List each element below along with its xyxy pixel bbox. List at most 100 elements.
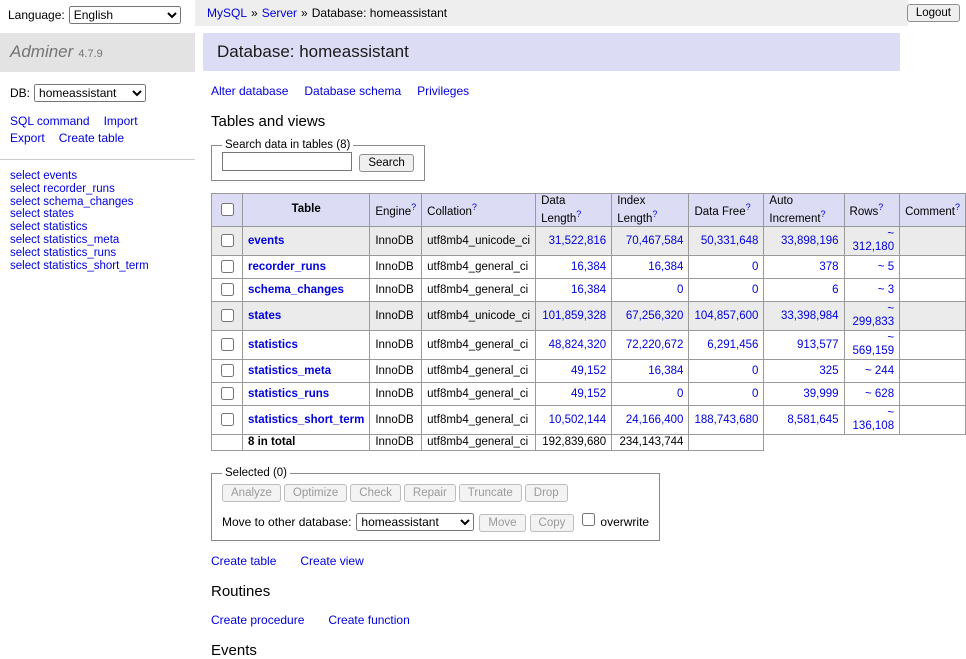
- row-checkbox[interactable]: [221, 338, 234, 351]
- create-function-link[interactable]: Create function: [328, 613, 409, 627]
- search-button[interactable]: Search: [359, 154, 413, 172]
- index-length-link[interactable]: 70,467,584: [626, 235, 684, 247]
- search-input[interactable]: [222, 152, 352, 171]
- column-help-link[interactable]: ?: [746, 202, 751, 212]
- move-db-select[interactable]: homeassistant: [356, 513, 474, 531]
- create-view-link[interactable]: Create view: [300, 554, 363, 568]
- table-name-link[interactable]: statistics_meta: [248, 365, 331, 377]
- data-length-link[interactable]: 31,522,816: [549, 235, 607, 247]
- logout-button[interactable]: Logout: [907, 4, 960, 22]
- data-length-link[interactable]: 16,384: [571, 284, 606, 296]
- create-table-link[interactable]: Create table: [59, 131, 124, 145]
- table-name-link[interactable]: statistics_runs: [248, 388, 329, 400]
- create-table-link-main[interactable]: Create table: [211, 554, 276, 568]
- data-free-link[interactable]: 188,743,680: [694, 414, 758, 426]
- index-length-link[interactable]: 16,384: [648, 365, 683, 377]
- column-help-link[interactable]: ?: [411, 202, 416, 212]
- data-length-link[interactable]: 48,824,320: [549, 339, 607, 351]
- table-name-link[interactable]: recorder_runs: [248, 261, 326, 273]
- index-length-link[interactable]: 0: [677, 388, 683, 400]
- sidebar-table-link[interactable]: select events: [10, 170, 185, 183]
- rows-count-link[interactable]: ~ 569,159: [853, 332, 895, 357]
- column-help-link[interactable]: ?: [652, 209, 657, 219]
- row-checkbox[interactable]: [221, 260, 234, 273]
- privileges-link[interactable]: Privileges: [417, 84, 469, 98]
- data-free-link[interactable]: 104,857,600: [694, 310, 758, 322]
- index-length-link[interactable]: 24,166,400: [626, 414, 684, 426]
- data-free-link[interactable]: 50,331,648: [701, 235, 759, 247]
- auto-increment-link[interactable]: 33,898,196: [781, 235, 839, 247]
- row-checkbox[interactable]: [221, 283, 234, 296]
- alter-database-link[interactable]: Alter database: [211, 84, 288, 98]
- row-checkbox[interactable]: [221, 387, 234, 400]
- repair-button[interactable]: Repair: [404, 484, 456, 502]
- auto-increment-link[interactable]: 6: [832, 284, 838, 296]
- data-free-link[interactable]: 0: [752, 388, 758, 400]
- data-length-link[interactable]: 16,384: [571, 261, 606, 273]
- column-help-link[interactable]: ?: [821, 209, 826, 219]
- auto-increment-link[interactable]: 33,398,984: [781, 310, 839, 322]
- check-button[interactable]: Check: [350, 484, 401, 502]
- auto-increment-link[interactable]: 378: [819, 261, 838, 273]
- move-button[interactable]: Move: [479, 514, 525, 532]
- column-help-link[interactable]: ?: [955, 202, 960, 212]
- database-schema-link[interactable]: Database schema: [304, 84, 401, 98]
- breadcrumb-server-link[interactable]: Server: [262, 6, 297, 20]
- breadcrumb-mysql-link[interactable]: MySQL: [207, 6, 247, 20]
- analyze-button[interactable]: Analyze: [222, 484, 281, 502]
- index-length-link[interactable]: 0: [677, 284, 683, 296]
- auto-increment-link[interactable]: 8,581,645: [787, 414, 838, 426]
- table-name-link[interactable]: states: [248, 310, 281, 322]
- row-checkbox[interactable]: [221, 234, 234, 247]
- auto-increment-link[interactable]: 913,577: [797, 339, 839, 351]
- truncate-button[interactable]: Truncate: [459, 484, 522, 502]
- rows-count-link[interactable]: ~ 244: [865, 365, 894, 377]
- table-name-link[interactable]: schema_changes: [248, 284, 344, 296]
- sidebar-table-link[interactable]: select statistics_meta: [10, 234, 185, 247]
- column-help-link[interactable]: ?: [878, 202, 883, 212]
- sidebar-table-link[interactable]: select statistics: [10, 221, 185, 234]
- rows-count-link[interactable]: ~ 299,833: [853, 303, 895, 328]
- copy-button[interactable]: Copy: [530, 514, 575, 532]
- rows-count-link[interactable]: ~ 628: [865, 388, 894, 400]
- data-free-link[interactable]: 0: [752, 261, 758, 273]
- rows-count-link[interactable]: ~ 3: [878, 284, 894, 296]
- column-help-link[interactable]: ?: [472, 202, 477, 212]
- rows-count-link[interactable]: ~ 136,108: [853, 407, 895, 432]
- table-name-link[interactable]: statistics: [248, 339, 298, 351]
- optimize-button[interactable]: Optimize: [284, 484, 347, 502]
- table-name-link[interactable]: statistics_short_term: [248, 414, 364, 426]
- table-name-link[interactable]: events: [248, 235, 284, 247]
- index-length-link[interactable]: 67,256,320: [626, 310, 684, 322]
- auto-increment-link[interactable]: 325: [819, 365, 838, 377]
- overwrite-checkbox[interactable]: [582, 513, 595, 526]
- rows-count-link[interactable]: ~ 312,180: [853, 228, 895, 253]
- sidebar-table-link[interactable]: select recorder_runs: [10, 183, 185, 196]
- row-checkbox[interactable]: [221, 413, 234, 426]
- row-checkbox[interactable]: [221, 309, 234, 322]
- column-help-link[interactable]: ?: [576, 209, 581, 219]
- data-free-link[interactable]: 0: [752, 365, 758, 377]
- sidebar-table-link[interactable]: select statistics_runs: [10, 247, 185, 260]
- data-free-link[interactable]: 0: [752, 284, 758, 296]
- data-free-link[interactable]: 6,291,456: [707, 339, 758, 351]
- sql-command-link[interactable]: SQL command: [10, 114, 90, 128]
- data-length-link[interactable]: 49,152: [571, 388, 606, 400]
- data-length-link[interactable]: 49,152: [571, 365, 606, 377]
- export-link[interactable]: Export: [10, 131, 45, 145]
- index-length-link[interactable]: 16,384: [648, 261, 683, 273]
- index-length-link[interactable]: 72,220,672: [626, 339, 684, 351]
- rows-count-link[interactable]: ~ 5: [878, 261, 894, 273]
- language-select[interactable]: English: [69, 6, 181, 24]
- drop-button[interactable]: Drop: [525, 484, 568, 502]
- data-length-link[interactable]: 10,502,144: [549, 414, 607, 426]
- auto-increment-link[interactable]: 39,999: [803, 388, 838, 400]
- row-checkbox[interactable]: [221, 364, 234, 377]
- db-select[interactable]: homeassistant: [34, 84, 146, 102]
- import-link[interactable]: Import: [104, 114, 138, 128]
- sidebar-table-link[interactable]: select statistics_short_term: [10, 260, 185, 273]
- sidebar-table-link[interactable]: select schema_changes: [10, 196, 185, 209]
- create-procedure-link[interactable]: Create procedure: [211, 613, 304, 627]
- select-all-checkbox[interactable]: [221, 203, 234, 216]
- data-length-link[interactable]: 101,859,328: [542, 310, 606, 322]
